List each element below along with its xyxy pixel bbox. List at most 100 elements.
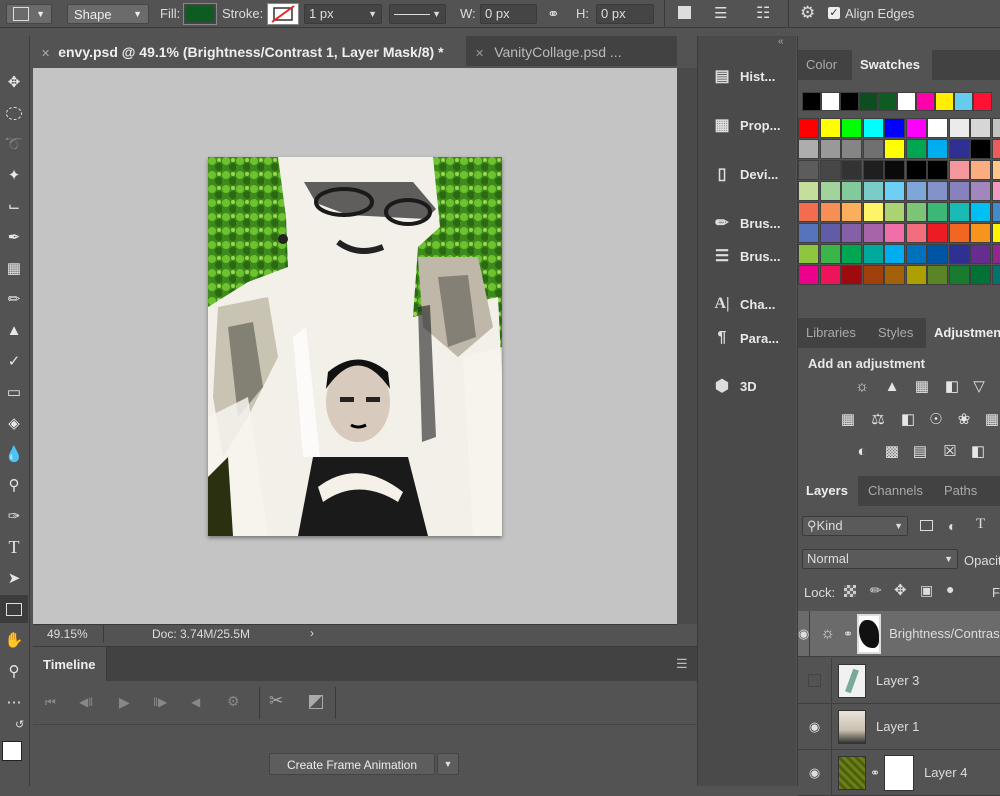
crop-tool-icon[interactable]: ⌙: [0, 192, 28, 220]
tab-libraries[interactable]: Libraries: [798, 318, 870, 348]
tab-channels[interactable]: Channels: [860, 476, 934, 506]
swatch[interactable]: [863, 181, 884, 201]
foreground-color-swatch[interactable]: [2, 741, 22, 761]
document-tab-active[interactable]: ✕envy.psd @ 49.1% (Brightness/Contrast 1…: [33, 36, 466, 66]
curves-icon[interactable]: ▦: [912, 376, 932, 396]
align-edges-checkbox[interactable]: ✓: [828, 7, 840, 19]
photo-filter-icon[interactable]: ☉: [926, 409, 946, 429]
layer-row-layer4[interactable]: ◉ ⚭ Layer 4: [798, 750, 1000, 796]
swatch[interactable]: [863, 223, 884, 243]
swatch[interactable]: [927, 265, 948, 285]
lock-position-icon[interactable]: ✥: [894, 581, 907, 599]
swatch[interactable]: [927, 118, 948, 138]
hand-tool-icon[interactable]: ✋: [0, 626, 28, 654]
panel-brush-settings[interactable]: ✏Brus...: [708, 207, 788, 239]
swatch[interactable]: [927, 223, 948, 243]
swatch[interactable]: [798, 265, 819, 285]
recent-swatch[interactable]: [878, 92, 897, 111]
swatch[interactable]: [992, 181, 1000, 201]
swatch[interactable]: [970, 160, 991, 180]
layer-mask-thumbnail[interactable]: [857, 614, 881, 654]
swatch[interactable]: [906, 139, 927, 159]
path-arrangement-icon[interactable]: ☷: [756, 3, 770, 23]
brightness-contrast-icon[interactable]: ☼: [852, 376, 872, 396]
swatch[interactable]: [863, 202, 884, 222]
lasso-tool-icon[interactable]: ➰: [0, 130, 28, 158]
swatch[interactable]: [798, 160, 819, 180]
swatch[interactable]: [841, 139, 862, 159]
visibility-eye-icon[interactable]: ◉: [798, 750, 832, 796]
collapse-icon[interactable]: «: [778, 36, 784, 47]
panel-3d[interactable]: ⬢3D: [708, 370, 788, 402]
invert-icon[interactable]: ◐: [852, 441, 872, 461]
filter-pixel-icon[interactable]: [920, 520, 933, 531]
tool-preset-picker[interactable]: ▼: [6, 4, 52, 24]
recent-swatch[interactable]: [802, 92, 821, 111]
stroke-type-select[interactable]: ▼: [389, 4, 446, 24]
swatch[interactable]: [841, 223, 862, 243]
tool-mode-select[interactable]: Shape ▼: [67, 4, 149, 24]
swatch[interactable]: [820, 181, 841, 201]
swatch[interactable]: [841, 265, 862, 285]
chevron-down-icon[interactable]: ▼: [437, 753, 459, 775]
recent-swatch[interactable]: [916, 92, 935, 111]
close-icon[interactable]: ✕: [41, 48, 50, 60]
swatch[interactable]: [927, 202, 948, 222]
link-icon[interactable]: ⚭: [870, 766, 880, 780]
swatch[interactable]: [884, 202, 905, 222]
tab-color[interactable]: Color: [798, 50, 852, 80]
swatch[interactable]: [884, 118, 905, 138]
eraser-tool-icon[interactable]: ▭: [0, 378, 28, 406]
path-operations-icon[interactable]: [678, 6, 691, 19]
swatch[interactable]: [970, 244, 991, 264]
layer-row-layer3[interactable]: Layer 3: [798, 658, 1000, 704]
brush-tool-icon[interactable]: ✏: [0, 285, 28, 313]
path-alignment-icon[interactable]: ☰: [714, 4, 727, 22]
swatch[interactable]: [906, 118, 927, 138]
swatch[interactable]: [820, 139, 841, 159]
levels-icon[interactable]: ▲: [882, 376, 902, 396]
vertical-scrollbar[interactable]: [677, 68, 697, 624]
blend-mode-select[interactable]: Normal ▼: [802, 549, 958, 569]
document-tab[interactable]: ✕VanityCollage.psd ...: [467, 36, 677, 66]
pen-tool-icon[interactable]: ✑: [0, 502, 28, 530]
first-frame-icon[interactable]: ⏮: [45, 695, 56, 710]
swatch[interactable]: [841, 244, 862, 264]
swatch[interactable]: [841, 118, 862, 138]
black-white-icon[interactable]: ◧: [898, 409, 918, 429]
swatch[interactable]: [906, 181, 927, 201]
zoom-tool-icon[interactable]: ⚲: [0, 657, 28, 685]
swatch[interactable]: [863, 139, 884, 159]
exposure-icon[interactable]: ◧: [942, 376, 962, 396]
swatch[interactable]: [820, 202, 841, 222]
swatch[interactable]: [863, 244, 884, 264]
tab-swatches[interactable]: Swatches: [852, 50, 932, 80]
swatch[interactable]: [992, 244, 1000, 264]
recent-swatch[interactable]: [840, 92, 859, 111]
audio-icon[interactable]: ◀: [191, 695, 200, 709]
visibility-hidden-box[interactable]: [798, 658, 832, 704]
swatch[interactable]: [884, 160, 905, 180]
clone-stamp-tool-icon[interactable]: ▲: [0, 316, 28, 344]
tab-styles[interactable]: Styles: [870, 318, 926, 348]
color-lookup-icon[interactable]: ▦: [982, 409, 1000, 429]
swatch[interactable]: [906, 244, 927, 264]
swatch[interactable]: [798, 223, 819, 243]
next-frame-icon[interactable]: ‖▶: [153, 695, 167, 709]
swatch[interactable]: [992, 118, 1000, 138]
swatch[interactable]: [970, 118, 991, 138]
settings-gear-icon[interactable]: ⚙: [227, 693, 240, 710]
transition-icon[interactable]: [309, 695, 323, 709]
layer-row-brightness-contrast[interactable]: ◉ ☼ ⚭ Brightness/Contrast 1: [798, 611, 1000, 657]
swatch[interactable]: [906, 265, 927, 285]
swatch[interactable]: [970, 223, 991, 243]
dodge-tool-icon[interactable]: ⚲: [0, 471, 28, 499]
swatch[interactable]: [970, 139, 991, 159]
swatch[interactable]: [841, 160, 862, 180]
filter-type-icon[interactable]: T: [976, 516, 985, 533]
swatch[interactable]: [906, 223, 927, 243]
play-icon[interactable]: ▶: [119, 694, 130, 711]
hue-saturation-icon[interactable]: ▦: [838, 409, 858, 429]
gradient-map-icon[interactable]: ◧: [968, 441, 988, 461]
swatch[interactable]: [949, 139, 970, 159]
